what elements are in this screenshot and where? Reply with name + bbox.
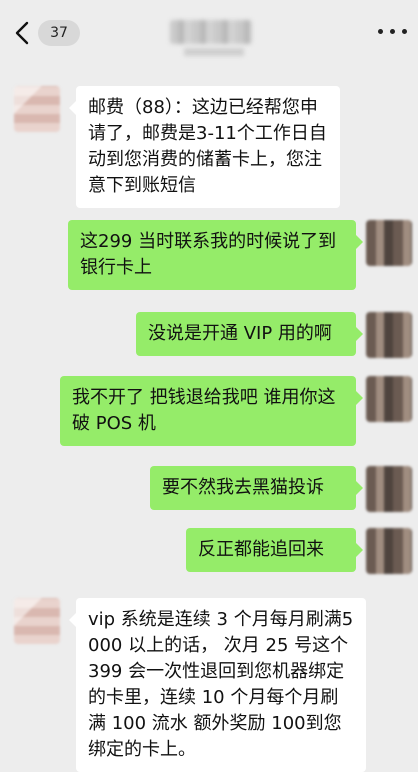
contact-avatar[interactable] [14, 598, 60, 644]
sent-message[interactable]: 没说是开通 VIP 用的啊 [136, 312, 363, 356]
received-message[interactable]: vip 系统是连续 3 个月每月刷满5000 以上的话， 次月 25 号这个 3… [69, 598, 366, 772]
contact-avatar[interactable] [14, 86, 60, 132]
contact-subtitle-blurred [184, 48, 244, 56]
sent-message[interactable]: 我不开了 把钱退给我吧 谁用你这破 POS 机 [60, 376, 363, 446]
contact-name-blurred [170, 20, 252, 44]
user-avatar[interactable] [366, 220, 412, 266]
chevron-left-icon [15, 21, 29, 45]
user-avatar[interactable] [366, 528, 412, 574]
back-button[interactable]: 37 [10, 16, 80, 50]
user-avatar[interactable] [366, 466, 412, 512]
unread-count-badge: 37 [38, 20, 80, 46]
sent-message[interactable]: 这299 当时联系我的时候说了到银行卡上 [68, 220, 363, 290]
sent-message[interactable]: 要不然我去黑猫投诉 [150, 466, 363, 510]
user-avatar[interactable] [366, 376, 412, 422]
more-dots-icon[interactable] [378, 28, 412, 36]
chat-header: 37 [0, 0, 418, 62]
sent-message[interactable]: 反正都能追回来 [186, 528, 363, 572]
received-message[interactable]: 邮费（88）：这边已经帮您申请了，邮费是3-11个工作日自动到您消费的储蓄卡上，… [69, 86, 340, 208]
user-avatar[interactable] [366, 312, 412, 358]
